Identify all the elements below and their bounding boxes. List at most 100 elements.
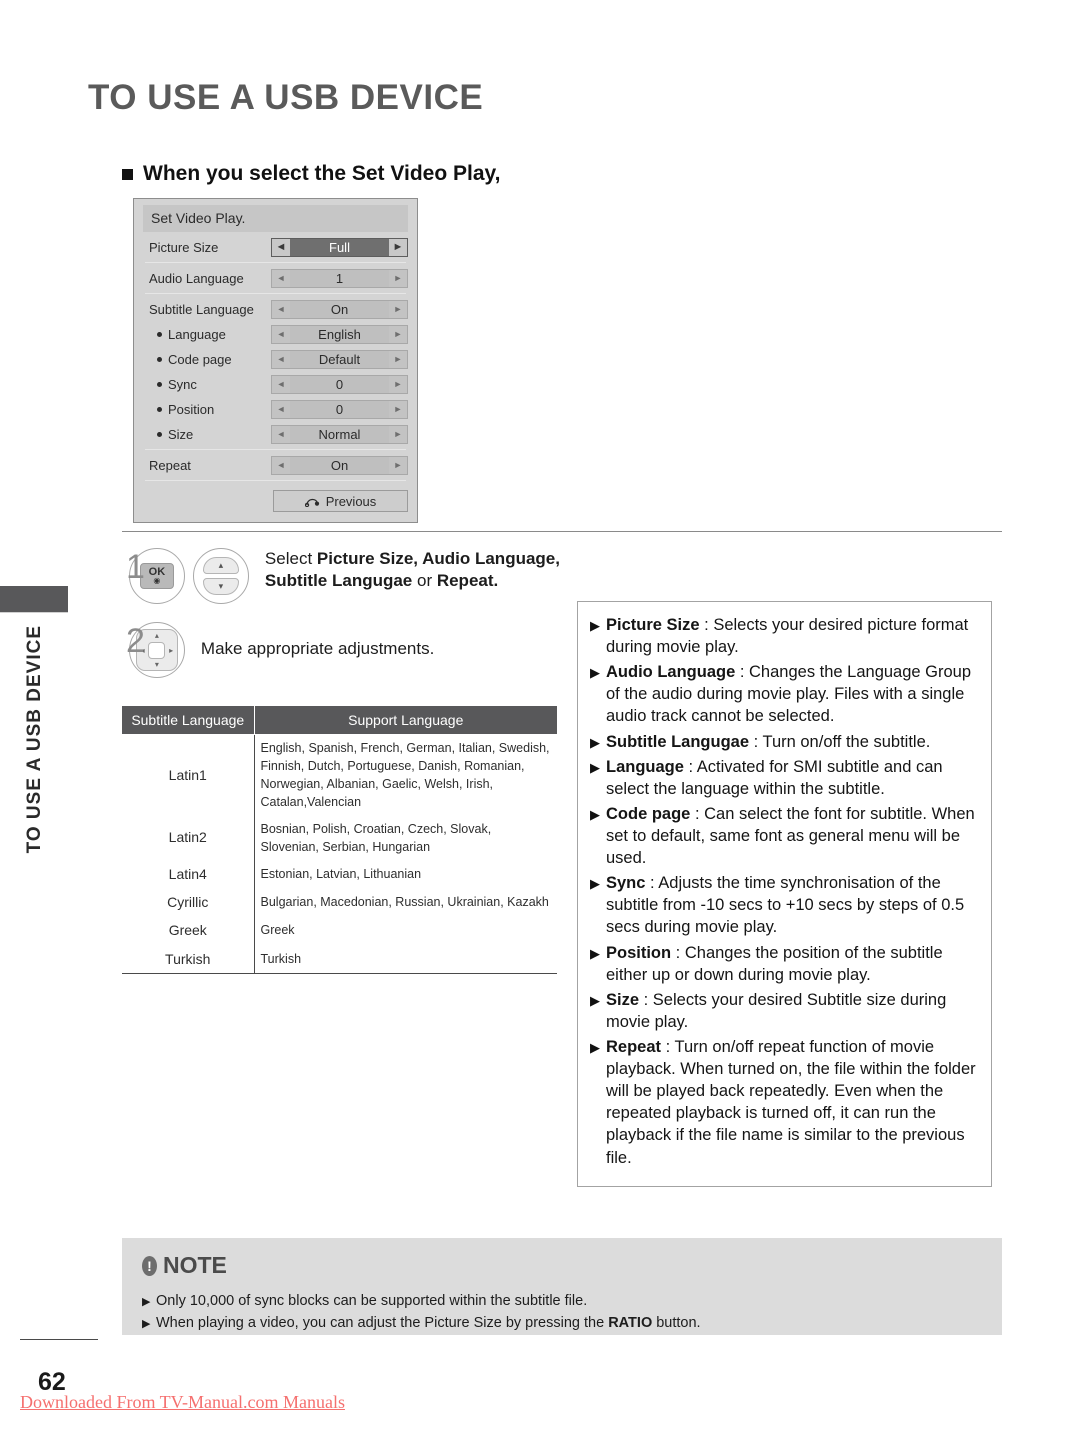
osd-row-label: Picture Size [143, 240, 271, 255]
table-cell-support-language: Greek [260, 923, 295, 938]
feature-description-body: Sync : Adjusts the time synchronisation … [606, 872, 977, 938]
osd-row[interactable]: Sync ◄ 0 ► [143, 372, 408, 396]
feature-description-item: ▶ Code page : Can select the font for sub… [590, 803, 977, 869]
feature-description-item: ▶ Size : Selects your desired Subtitle si… [590, 989, 977, 1033]
spinner-left-arrow-icon[interactable]: ◄ [272, 375, 290, 393]
feature-separator: : [645, 874, 659, 893]
step-one-line2-mid: or [412, 571, 437, 591]
note-line-pre: Only 10,000 of sync blocks can be suppor… [156, 1293, 588, 1309]
exclamation-icon: ! [142, 1255, 157, 1276]
feature-text: Turn on/off repeat function of movie pla… [606, 1037, 976, 1167]
feature-description-body: Subtitle Langugae : Turn on/off the subt… [606, 731, 977, 753]
osd-row[interactable]: Code page ◄ Default ► [143, 347, 408, 371]
step-one-line1-bold: Picture Size, Audio Language, [316, 549, 560, 568]
spinner-right-arrow-icon[interactable]: ► [389, 400, 407, 418]
osd-value-spinner[interactable]: ◄ On ► [271, 455, 408, 475]
feature-description-item: ▶ Repeat : Turn on/off repeat function of… [590, 1036, 977, 1169]
feature-description-box: ▶ Picture Size : Selects your desired pic… [577, 601, 992, 1187]
spinner-left-arrow-icon[interactable]: ◄ [272, 325, 290, 343]
spinner-left-arrow-icon[interactable]: ◄ [272, 400, 290, 418]
osd-row[interactable]: Size ◄ Normal ► [143, 422, 408, 446]
feature-description-item: ▶ Position : Changes the position of the … [590, 942, 977, 986]
spinner-left-arrow-icon[interactable]: ◄ [272, 300, 290, 318]
spinner-left-arrow-icon[interactable]: ◄ [272, 350, 290, 368]
spinner-left-arrow-icon[interactable]: ◄ [272, 456, 290, 474]
note-line-text: When playing a video, you can adjust the… [156, 1312, 701, 1334]
triangle-bullet-icon: ▶ [590, 992, 600, 1008]
spinner-right-arrow-icon[interactable]: ► [389, 456, 407, 474]
step-one-line2-bold1: Subtitle Langugae [264, 571, 413, 591]
osd-value-spinner[interactable]: ◄ Normal ► [271, 424, 408, 444]
spinner-right-arrow-icon[interactable]: ► [389, 425, 407, 443]
osd-row-label-text: Picture Size [149, 239, 219, 255]
osd-row-label: Code page [143, 352, 271, 367]
osd-value-spinner[interactable]: ◄ Default ► [271, 349, 408, 369]
note-line-pre: When playing a video, you can adjust the… [156, 1315, 609, 1332]
feature-term: Language [606, 757, 684, 776]
feature-separator: : [735, 663, 750, 682]
feature-description-body: Size : Selects your desired Subtitle siz… [606, 989, 977, 1033]
osd-row[interactable]: Repeat ◄ On ► [143, 453, 408, 477]
spinner-right-arrow-icon[interactable]: ► [389, 350, 407, 368]
note-heading-label: NOTE [163, 1252, 227, 1278]
table-cell-subtitle-language: Turkish [122, 944, 255, 974]
osd-value-spinner[interactable]: ◄ Full ► [271, 237, 408, 257]
osd-row-label-text: Repeat [149, 457, 191, 473]
osd-value-spinner[interactable]: ◄ 0 ► [271, 374, 408, 394]
table-cell-support-language: English, Spanish, French, German, Italia… [254, 734, 557, 816]
osd-value-spinner[interactable]: ◄ 0 ► [271, 399, 408, 419]
feature-description-body: Picture Size : Selects your desired pict… [606, 614, 977, 658]
spinner-right-arrow-icon[interactable]: ► [389, 325, 407, 343]
spinner-right-arrow-icon[interactable]: ► [389, 375, 407, 393]
spinner-right-arrow-icon[interactable]: ► [389, 238, 407, 256]
table-cell-subtitle-language: Greek [122, 916, 255, 945]
footer-download-link[interactable]: Downloaded From TV-Manual.com Manuals [20, 1392, 345, 1413]
triangle-bullet-icon: ▶ [590, 665, 600, 681]
triangle-bullet-icon: ▶ [590, 806, 600, 822]
feature-description-item: ▶ Picture Size : Selects your desired pic… [590, 614, 977, 658]
feature-separator: : [671, 943, 685, 962]
spinner-left-arrow-icon[interactable]: ◄ [272, 269, 290, 287]
chapter-tab-marker [0, 586, 68, 613]
note-line-text: Only 10,000 of sync blocks can be suppor… [156, 1290, 587, 1312]
section-heading-label: When you select the Set Video Play, [143, 162, 501, 185]
osd-row[interactable]: Picture Size ◄ Full ► [143, 235, 408, 259]
triangle-bullet-icon: ▶ [590, 1039, 600, 1055]
table-body: Latin1 English, Spanish, French, German, … [122, 734, 557, 974]
osd-value-spinner[interactable]: ◄ On ► [271, 299, 408, 319]
feature-description-item: ▶ Language : Activated for SMI subtitle a… [590, 756, 977, 800]
note-heading: ! NOTE [142, 1252, 982, 1279]
feature-term: Code page [606, 804, 691, 823]
feature-description-item: ▶ Sync : Adjusts the time synchronisation… [590, 872, 977, 938]
previous-button[interactable]: Previous [273, 490, 408, 512]
osd-row[interactable]: Subtitle Language ◄ On ► [143, 297, 408, 321]
table-cell-subtitle-language: Cyrillic [122, 888, 255, 917]
osd-row[interactable]: Position ◄ 0 ► [143, 397, 408, 421]
step-one-line2-bold2: Repeat. [436, 571, 499, 591]
osd-row[interactable]: Audio Language ◄ 1 ► [143, 266, 408, 290]
osd-row-label: Repeat [143, 458, 271, 473]
spinner-right-arrow-icon[interactable]: ► [389, 300, 407, 318]
feature-description-item: ▶ Audio Language : Changes the Language G… [590, 661, 977, 727]
feature-term: Sync [606, 874, 646, 893]
table-cell-subtitle-language: Latin1 [122, 734, 255, 816]
feature-description-body: Code page : Can select the font for subt… [606, 803, 977, 869]
spinner-left-arrow-icon[interactable]: ◄ [272, 238, 290, 256]
osd-value-spinner[interactable]: ◄ 1 ► [271, 268, 408, 288]
table-header-subtitle-language: Subtitle Language [122, 706, 255, 735]
osd-row-list: Picture Size ◄ Full ► Audio Language ◄ 1 ► Subti… [143, 235, 408, 481]
step-two-text: Make appropriate adjustments. [200, 639, 435, 658]
osd-row[interactable]: Language ◄ English ► [143, 322, 408, 346]
note-line: ▶ Only 10,000 of sync blocks can be suppo… [142, 1290, 982, 1312]
triangle-bullet-icon: ▶ [590, 945, 600, 961]
spinner-left-arrow-icon[interactable]: ◄ [272, 425, 290, 443]
step-one-number: 1 [126, 548, 145, 586]
osd-value-spinner[interactable]: ◄ English ► [271, 324, 408, 344]
osd-row-label: Subtitle Language [143, 302, 271, 317]
osd-row-label-text: Sync [168, 376, 197, 392]
previous-button-label: Previous [325, 493, 377, 509]
spinner-right-arrow-icon[interactable]: ► [389, 269, 407, 287]
osd-value-text: On [330, 457, 349, 473]
feature-description-body: Repeat : Turn on/off repeat function of … [606, 1036, 977, 1169]
table-header-support-language: Support Language [254, 706, 557, 735]
